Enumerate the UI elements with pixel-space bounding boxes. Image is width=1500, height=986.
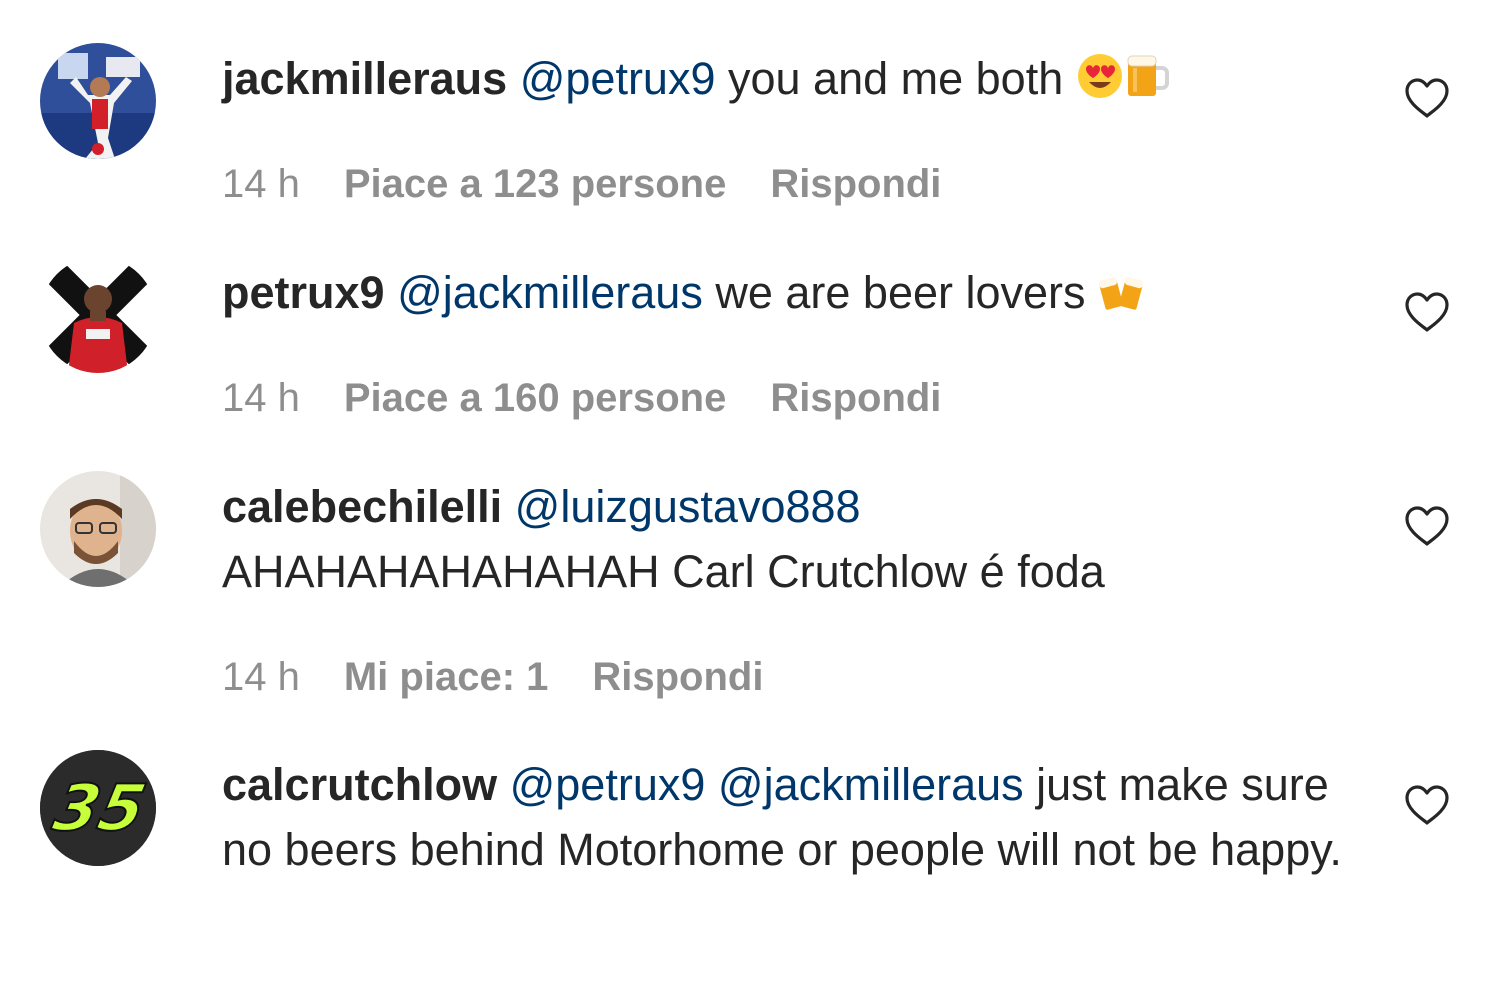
comment-body: AHAHAHAHAHAHAH Carl Crutchlow é foda <box>222 546 1105 597</box>
comment-username[interactable]: calebechilelli <box>222 481 502 532</box>
comment-time: 14 h <box>222 376 300 420</box>
heart-icon[interactable] <box>1404 77 1450 119</box>
comment-body: we are beer lovers <box>715 267 1086 318</box>
heart-icon[interactable] <box>1404 784 1450 826</box>
reply-button[interactable]: Rispondi <box>770 376 941 420</box>
likes-count[interactable]: Piace a 160 persone <box>344 376 726 420</box>
mention-link[interactable]: @luizgustavo888 <box>515 481 861 532</box>
avatar[interactable]: 35 <box>40 750 156 866</box>
likes-count[interactable]: Mi piace: 1 <box>344 655 549 699</box>
reply-button[interactable]: Rispondi <box>592 655 763 699</box>
mention-link[interactable]: @jackmilleraus <box>397 267 703 318</box>
comment-body: you and me both <box>728 53 1064 104</box>
comment-meta: 14 h Piace a 160 persone Rispondi <box>222 373 941 423</box>
mention-link[interactable]: @jackmilleraus <box>718 759 1024 810</box>
comment-text: calcrutchlow @petrux9 @jackmilleraus jus… <box>222 752 1342 882</box>
comment-text: calebechilelli @luizgustavo888 AHAHAHAHA… <box>222 474 1342 604</box>
comment-text: petrux9 @jackmilleraus we are beer lover… <box>222 260 1342 331</box>
comment-meta: 14 h Mi piace: 1 Rispondi <box>222 652 763 702</box>
heart-icon[interactable] <box>1404 505 1450 547</box>
comment-time: 14 h <box>222 655 300 699</box>
comment-username[interactable]: jackmilleraus <box>222 53 507 104</box>
avatar[interactable] <box>40 471 156 587</box>
mention-link[interactable]: @petrux9 <box>520 53 716 104</box>
clinking-beers-emoji <box>1098 266 1144 331</box>
comment-text: jackmilleraus @petrux9 you and me both <box>222 46 1342 117</box>
mention-link[interactable]: @petrux9 <box>510 759 706 810</box>
comment-meta: 14 h Piace a 123 persone Rispondi <box>222 159 941 209</box>
reply-button[interactable]: Rispondi <box>770 162 941 206</box>
heart-icon[interactable] <box>1404 291 1450 333</box>
avatar[interactable] <box>40 43 156 159</box>
likes-count[interactable]: Piace a 123 persone <box>344 162 726 206</box>
comment-time: 14 h <box>222 162 300 206</box>
heart-eyes-emoji <box>1076 52 1124 117</box>
comment-username[interactable]: petrux9 <box>222 267 385 318</box>
comment-username[interactable]: calcrutchlow <box>222 759 497 810</box>
avatar[interactable] <box>40 257 156 373</box>
beer-mug-emoji <box>1124 52 1170 117</box>
avatar-number: 35 <box>47 772 152 846</box>
